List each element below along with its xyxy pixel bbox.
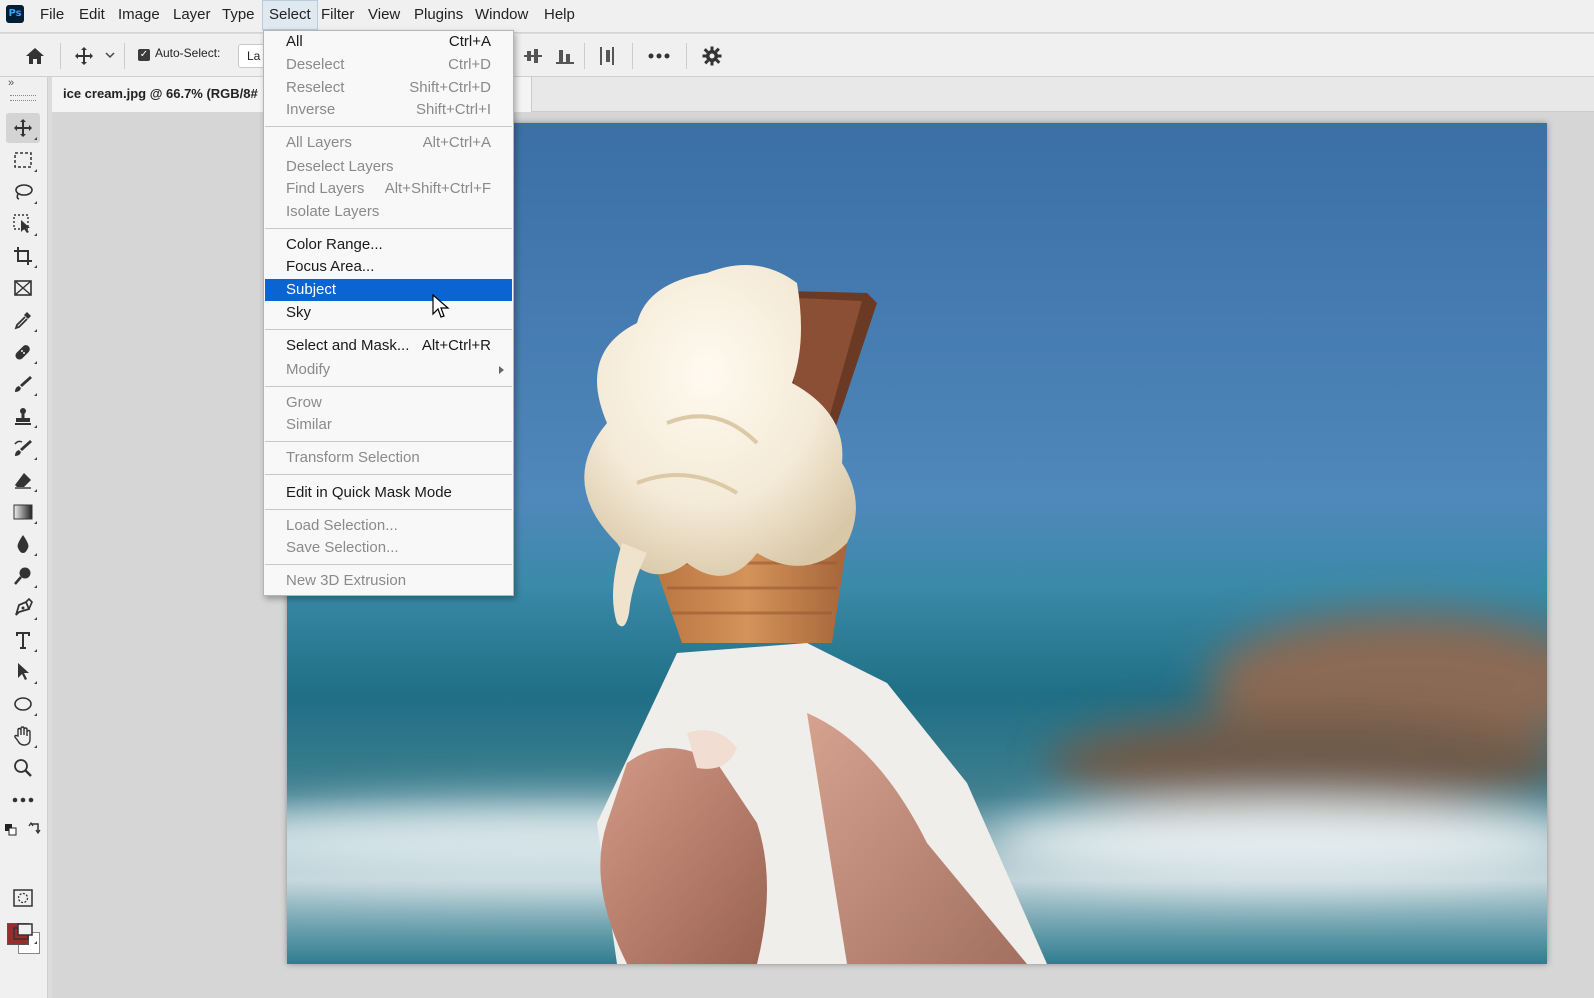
- move-tool-icon[interactable]: [6, 113, 40, 143]
- menu-item-load-selection[interactable]: Load Selection...: [265, 515, 512, 537]
- menu-item-new-3d-extrusion[interactable]: New 3D Extrusion: [265, 570, 512, 592]
- path-selection-tool-icon[interactable]: [6, 657, 40, 687]
- menu-file[interactable]: File: [34, 0, 70, 30]
- menu-item-color-range[interactable]: Color Range...: [265, 234, 512, 256]
- menu-separator: [265, 386, 512, 387]
- menu-separator: [265, 126, 512, 127]
- menu-item-edit-in-quick-mask-mode[interactable]: Edit in Quick Mask Mode: [265, 482, 512, 504]
- distribute-icon[interactable]: [596, 46, 618, 66]
- align-vertical-centers-icon[interactable]: [522, 46, 544, 66]
- crop-tool-icon[interactable]: [6, 241, 40, 271]
- select-menu-dropdown: All Ctrl+A Deselect Ctrl+D Reselect Shift+C…: [263, 30, 514, 596]
- swap-colors-icon[interactable]: [28, 821, 42, 835]
- object-selection-tool-icon[interactable]: [6, 209, 40, 239]
- menu-separator: [265, 441, 512, 442]
- menu-separator: [265, 329, 512, 330]
- lasso-tool-icon[interactable]: [6, 177, 40, 207]
- auto-select-label: Auto-Select:: [155, 46, 221, 60]
- menu-separator: [265, 509, 512, 510]
- menu-item-all-layers[interactable]: All Layers Alt+Ctrl+A: [265, 132, 512, 154]
- menu-item-save-selection[interactable]: Save Selection...: [265, 537, 512, 559]
- menu-select[interactable]: Select: [262, 0, 318, 30]
- brush-tool-icon[interactable]: [6, 369, 40, 399]
- default-colors-icon[interactable]: [5, 823, 17, 836]
- menu-image[interactable]: Image: [112, 0, 166, 30]
- toolbox: »: [0, 77, 48, 998]
- ellipse-tool-icon[interactable]: [6, 689, 40, 719]
- menu-item-deselect[interactable]: Deselect Ctrl+D: [265, 54, 512, 76]
- align-bottom-edges-icon[interactable]: [554, 46, 576, 66]
- dodge-tool-icon[interactable]: [6, 561, 40, 591]
- eraser-tool-icon[interactable]: [6, 465, 40, 495]
- history-brush-tool-icon[interactable]: [6, 433, 40, 463]
- menu-item-similar[interactable]: Similar: [265, 414, 512, 436]
- menu-plugins[interactable]: Plugins: [408, 0, 469, 30]
- menu-item-grow[interactable]: Grow: [265, 392, 512, 414]
- menu-item-select-and-mask[interactable]: Select and Mask... Alt+Ctrl+R: [265, 335, 512, 357]
- menu-item-modify[interactable]: Modify: [265, 359, 512, 381]
- menu-layer[interactable]: Layer: [167, 0, 217, 30]
- healing-brush-tool-icon[interactable]: [6, 337, 40, 367]
- home-icon[interactable]: [22, 44, 48, 68]
- toolbox-collapse-icon[interactable]: »: [8, 77, 14, 89]
- eyedropper-tool-icon[interactable]: [6, 305, 40, 335]
- options-separator: [584, 43, 585, 69]
- more-options-icon[interactable]: [646, 46, 672, 66]
- settings-gear-icon[interactable]: [700, 44, 724, 68]
- menu-item-deselect-layers[interactable]: Deselect Layers: [265, 156, 512, 178]
- gradient-tool-icon[interactable]: [6, 497, 40, 527]
- menu-help[interactable]: Help: [538, 0, 581, 30]
- menu-item-focus-area[interactable]: Focus Area...: [265, 256, 512, 278]
- options-bar: ✓ Auto-Select: La: [0, 34, 1594, 77]
- zoom-tool-icon[interactable]: [6, 753, 40, 783]
- menu-item-isolate-layers[interactable]: Isolate Layers: [265, 201, 512, 223]
- marquee-tool-icon[interactable]: [6, 145, 40, 175]
- move-tool-icon[interactable]: [72, 44, 96, 68]
- menu-item-inverse[interactable]: Inverse Shift+Ctrl+I: [265, 99, 512, 121]
- pen-tool-icon[interactable]: [6, 593, 40, 623]
- quick-mask-mode-icon[interactable]: [6, 883, 40, 913]
- clone-stamp-tool-icon[interactable]: [6, 401, 40, 431]
- menu-item-sky[interactable]: Sky: [265, 302, 512, 324]
- options-separator: [124, 43, 125, 69]
- submenu-arrow-icon: [499, 366, 504, 374]
- hand-tool-icon[interactable]: [6, 721, 40, 751]
- menu-filter[interactable]: Filter: [315, 0, 360, 30]
- menu-type[interactable]: Type: [216, 0, 261, 30]
- menu-separator: [265, 474, 512, 475]
- menu-separator: [265, 228, 512, 229]
- more-tools-icon[interactable]: [6, 785, 40, 815]
- chevron-down-icon[interactable]: [104, 48, 116, 62]
- screen-mode-icon[interactable]: [6, 917, 40, 947]
- menu-separator: [265, 564, 512, 565]
- blur-tool-icon[interactable]: [6, 529, 40, 559]
- options-separator: [686, 43, 687, 69]
- mouse-pointer-icon: [432, 293, 450, 325]
- menu-item-subject[interactable]: Subject: [265, 279, 512, 301]
- menu-item-transform-selection[interactable]: Transform Selection: [265, 447, 512, 469]
- menu-edit[interactable]: Edit: [73, 0, 111, 30]
- menu-window[interactable]: Window: [469, 0, 534, 30]
- options-separator: [632, 43, 633, 69]
- photoshop-logo-icon: Ps: [6, 5, 24, 23]
- menu-bar: Ps File Edit Image Layer Type Select Fil…: [0, 0, 1594, 33]
- frame-tool-icon[interactable]: [6, 273, 40, 303]
- toolbox-grip-handle[interactable]: [10, 95, 36, 101]
- menu-item-find-layers[interactable]: Find Layers Alt+Shift+Ctrl+F: [265, 178, 512, 200]
- document-tab-title: ice cream.jpg @ 66.7% (RGB/8#: [63, 86, 258, 101]
- menu-item-reselect[interactable]: Reselect Shift+Ctrl+D: [265, 77, 512, 99]
- type-tool-icon[interactable]: [6, 625, 40, 655]
- menu-view[interactable]: View: [362, 0, 406, 30]
- options-separator: [60, 43, 61, 69]
- menu-item-all[interactable]: All Ctrl+A: [265, 31, 512, 53]
- auto-select-checkbox[interactable]: ✓: [138, 49, 150, 61]
